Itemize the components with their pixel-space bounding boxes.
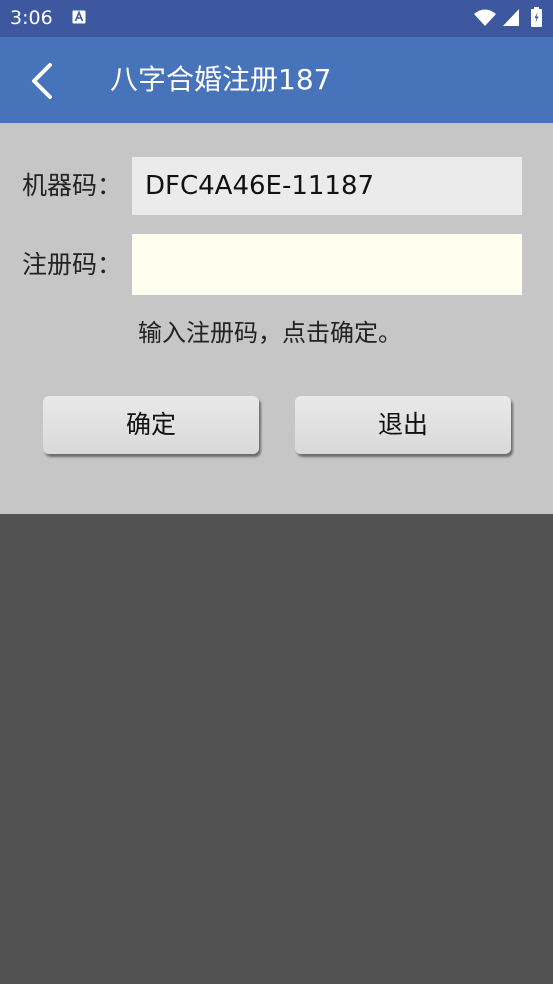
page-title: 八字合婚注册187 xyxy=(110,63,332,96)
wifi-icon xyxy=(474,9,496,26)
status-bar: 3:06 xyxy=(0,0,553,37)
signal-icon xyxy=(503,9,519,26)
hint-text: 输入注册码，点击确定。 xyxy=(138,319,402,347)
ok-button[interactable]: 确定 xyxy=(43,396,259,454)
app-bar: 八字合婚注册187 xyxy=(0,37,553,123)
a-notification-icon xyxy=(72,10,86,24)
registration-code-label: 注册码： xyxy=(22,250,123,279)
machine-code-field: DFC4A46E-11187 xyxy=(132,157,522,215)
chevron-left-icon[interactable] xyxy=(24,59,64,103)
exit-button[interactable]: 退出 xyxy=(295,396,511,454)
registration-dialog: 机器码： DFC4A46E-11187 注册码： 输入注册码，点击确定。 确定 … xyxy=(0,123,553,514)
status-time: 3:06 xyxy=(10,7,53,29)
registration-code-input[interactable] xyxy=(132,234,522,295)
machine-code-label: 机器码： xyxy=(22,171,123,200)
battery-charging-icon xyxy=(531,7,542,27)
